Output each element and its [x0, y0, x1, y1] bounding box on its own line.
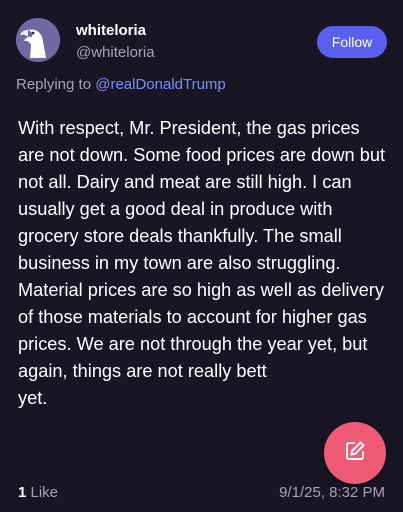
reply-context: Replying to @realDonaldTrump — [16, 76, 226, 93]
like-label: Like — [26, 484, 59, 501]
user-handle[interactable]: @whiteloria — [76, 44, 155, 61]
post-screen: whiteloria @whiteloria Follow Replying t… — [0, 0, 403, 512]
post-header: whiteloria @whiteloria Follow — [16, 18, 387, 66]
follow-button[interactable]: Follow — [317, 26, 387, 58]
display-name[interactable]: whiteloria — [76, 22, 146, 39]
post-text: With respect, Mr. President, the gas pri… — [18, 118, 386, 408]
reply-mention-link[interactable]: @realDonaldTrump — [95, 76, 226, 93]
eagle-avatar-icon[interactable] — [16, 18, 60, 62]
like-button[interactable]: 1 Like — [18, 484, 58, 501]
post-footer: 1 Like 9/1/25, 8:32 PM — [18, 484, 385, 504]
compose-button[interactable] — [324, 422, 386, 484]
post-timestamp: 9/1/25, 8:32 PM — [279, 484, 385, 501]
reply-prefix: Replying to — [16, 76, 96, 93]
compose-icon — [343, 439, 367, 468]
